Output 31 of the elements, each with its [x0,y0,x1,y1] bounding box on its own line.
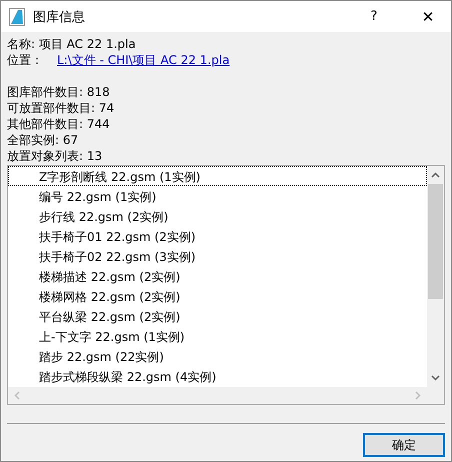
location-link[interactable]: L:\文件 - CHI\项目 AC 22 1.pla [57,52,230,68]
list-item[interactable]: 步行线 22.gsm (2实例) [8,206,427,226]
stat-text: 图库部件数目: 818 [7,84,111,100]
location-label: 位置： [7,52,44,68]
name-text: 名称: 项目 AC 22 1.pla [7,36,137,52]
ok-button[interactable]: 确定 [363,433,445,457]
stat-text: 全部实例: 67 [7,132,80,148]
list-item[interactable]: 踏步式梯段纵梁 22.gsm (4实例) [8,366,427,386]
list-item[interactable]: 编号 22.gsm (1实例) [8,186,427,206]
scroll-thumb[interactable] [428,184,443,299]
scroll-down-icon[interactable] [431,375,440,381]
horizontal-scrollbar[interactable] [8,387,427,404]
scroll-left-icon[interactable] [14,391,20,400]
stat-text: 其他部件数目: 744 [7,116,111,132]
list-item[interactable]: 楼梯网格 22.gsm (2实例) [8,286,427,306]
list-item[interactable]: 扶手椅子01 22.gsm (2实例) [8,226,427,246]
stat-text: 放置对象列表: 13 [7,148,104,164]
stat-text: 可放置部件数目: 74 [7,100,116,116]
list-item[interactable]: Z字形剖断线 22.gsm (1实例) [8,166,427,186]
list-item[interactable]: 楼梯描述 22.gsm (2实例) [8,266,427,286]
scroll-up-icon[interactable] [431,172,440,178]
vertical-scrollbar[interactable] [427,166,444,387]
list-item[interactable]: 上-下文字 22.gsm (1实例) [8,326,427,346]
help-button[interactable]: ? [351,1,397,32]
list-item[interactable]: 平台纵梁 22.gsm (2实例) [8,306,427,326]
list-item[interactable]: 扶手椅子02 22.gsm (3实例) [8,246,427,266]
close-button[interactable]: ✕ [405,1,451,32]
list-item[interactable]: 踏步 22.gsm (22实例) [8,346,427,366]
window-title: 图库信息 [33,8,86,26]
scroll-right-icon[interactable] [415,391,421,400]
app-logo-icon [9,8,25,26]
